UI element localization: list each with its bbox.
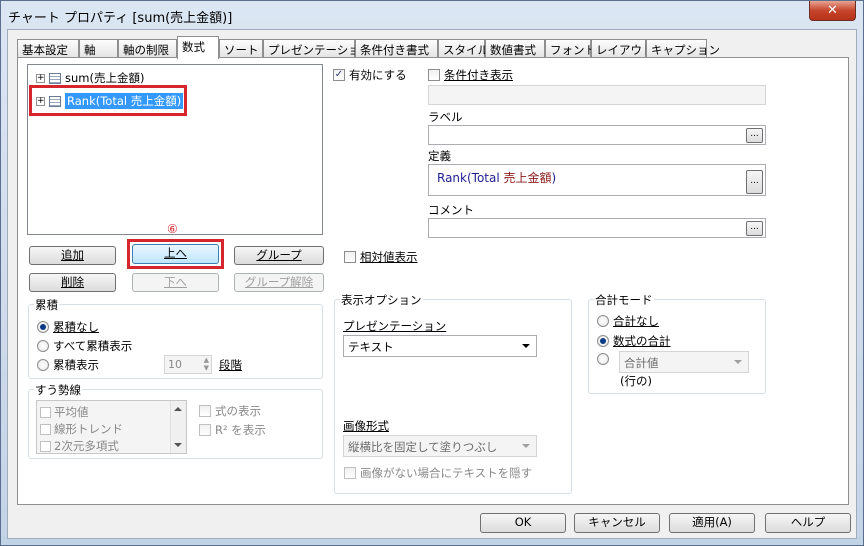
image-format-select[interactable]: 縦横比を固定して塗りつぶし [343,435,537,457]
radio-dot [37,321,49,333]
tab-10[interactable]: レイアウト [591,39,654,58]
trendlines-list[interactable]: 平均値 線形トレンド 2次元多項式 [36,400,187,454]
apply-button[interactable]: 適用(A) [669,513,755,533]
checkbox-icon [40,440,51,452]
steps-spinner[interactable]: 10 ▲ ▼ [164,355,212,374]
tab-0[interactable]: 基本設定 [17,39,79,58]
checkbox-icon [199,405,211,417]
comment-caption: コメント [428,203,474,217]
radio-dot [597,353,609,365]
trendlines-title: すう勢線 [34,382,82,398]
show-formula-checkbox[interactable]: 式の表示 [199,403,261,419]
radio-no-total[interactable]: 合計なし [597,313,659,329]
total-mode-title: 合計モード [594,292,654,308]
tab-9[interactable]: フォント [545,39,596,58]
definition-field[interactable]: Rank(Total 売上金額) [428,164,766,196]
label-expression-button[interactable]: ... [746,128,763,143]
checkbox-icon [199,424,211,436]
spinner-arrows-icon[interactable]: ▲ ▼ [204,356,209,372]
show-r2-checkbox[interactable]: R² を表示 [199,422,266,438]
image-format-caption: 画像形式 [343,419,389,433]
step-marker: ⑥ [167,222,178,236]
scroll-up-icon[interactable] [174,407,182,411]
radio-full-accumulation[interactable]: すべて累積表示 [37,338,132,354]
display-options-title: 表示オプション [340,292,423,308]
tab-3[interactable]: 数式 [177,36,219,59]
list-item[interactable]: 線形トレンド [40,421,123,437]
dropdown-arrow-icon [522,444,530,448]
label-caption: ラベル [428,110,463,124]
tab-5[interactable]: プレゼンテーション [263,39,371,58]
group-button[interactable]: グループ [234,246,324,265]
hide-text-checkbox[interactable]: 画像がない場合にテキストを隠す [344,465,532,481]
definition-edit-button[interactable]: ... [746,170,763,194]
radio-accumulate-steps[interactable]: 累積表示 [37,357,99,373]
comment-field[interactable] [428,218,766,238]
checkbox-icon [40,406,51,418]
ungroup-button[interactable]: グループ解除 [234,273,324,292]
tab-11[interactable]: キャプション [646,39,720,58]
add-button[interactable]: 追加 [29,246,116,265]
tab-4[interactable]: ソート [219,39,263,58]
tree-item-label: sum(売上金額) [65,71,145,85]
sum-of-select[interactable]: 合計値 [619,351,749,373]
presentation-caption: プレゼンテーション [343,319,447,333]
scroll-down-icon[interactable] [174,443,182,447]
window-title: チャート プロパティ [sum(売上金額)] [8,11,233,26]
checkbox-icon [40,423,51,435]
tree-item-sum[interactable]: + sum(売上金額) [36,70,144,86]
tab-2[interactable]: 軸の制限 [118,39,177,58]
check-icon: ✓ [333,69,345,81]
up-button[interactable]: 上へ [132,244,219,264]
radio-dot [37,340,49,352]
tab-1[interactable]: 軸 [79,39,118,58]
ok-button[interactable]: OK [480,513,566,533]
steps-label: 段階 [219,358,242,372]
list-item[interactable]: 2次元多項式 [40,438,119,454]
definition-caption: 定義 [428,149,451,163]
relative-checkbox[interactable]: 相対値表示 [344,249,418,265]
help-button[interactable]: ヘルプ [765,513,851,533]
chart-properties-window: チャート プロパティ [sum(売上金額)] ✕ 基本設定軸軸の制限 数式 ソートプ… [0,0,864,546]
tab-6[interactable]: 条件付き書式 [355,39,438,58]
accumulation-title: 累積 [34,297,59,313]
expand-icon[interactable]: + [36,73,45,83]
highlight-box-rank [29,85,187,116]
down-button[interactable]: 下へ [132,273,219,292]
comment-expression-button[interactable]: ... [746,221,763,236]
scrollbar[interactable] [170,401,186,453]
checkbox-icon [428,69,440,81]
dropdown-arrow-icon [734,360,742,364]
condition-field[interactable] [428,85,766,105]
close-icon[interactable]: ✕ [809,1,856,21]
label-field[interactable] [428,125,766,145]
radio-sum-of-rows[interactable] [597,353,613,365]
checkbox-icon [344,467,356,479]
list-item[interactable]: 平均値 [40,404,89,420]
enabled-checkbox[interactable]: ✓ 有効にする [333,67,407,83]
radio-no-accumulation[interactable]: 累積なし [37,319,99,335]
radio-expression-total[interactable]: 数式の合計 [597,333,671,349]
cancel-button[interactable]: キャンセル [574,513,660,533]
radio-dot [597,335,609,347]
tab-7[interactable]: スタイル [438,39,489,58]
checkbox-icon [344,251,356,263]
delete-button[interactable]: 削除 [29,273,116,292]
table-icon [49,72,61,84]
dropdown-arrow-icon [522,344,530,348]
definition-text: Rank(Total 売上金額) [437,171,557,185]
conditional-checkbox[interactable]: 条件付き表示 [428,67,513,83]
presentation-select[interactable]: テキスト [343,335,537,357]
tab-8[interactable]: 数値書式 [485,39,545,58]
rows-of-label: (行の) [620,374,652,388]
radio-dot [597,315,609,327]
radio-dot [37,359,49,371]
